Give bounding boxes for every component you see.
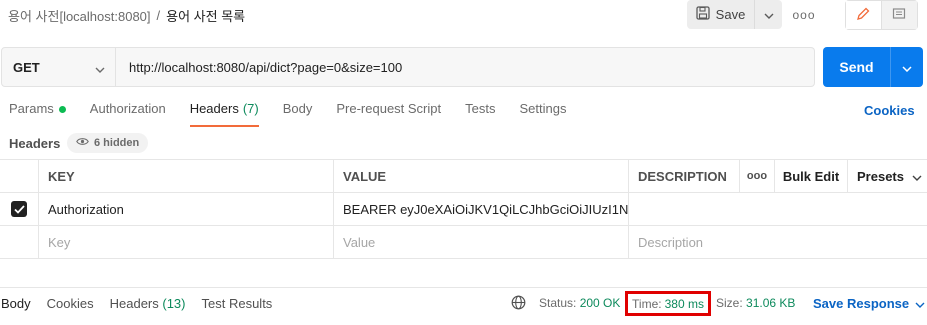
send-button[interactable]: Send xyxy=(823,47,891,87)
response-tab-headers[interactable]: Headers (13) xyxy=(110,296,186,311)
new-key-input[interactable]: Key xyxy=(38,226,333,258)
save-label: Save xyxy=(715,7,746,22)
breadcrumb: 용어 사전[localhost:8080] / 용어 사전 목록 xyxy=(8,6,245,24)
url-input[interactable]: http://localhost:8080/api/dict?page=0&si… xyxy=(116,47,815,87)
empty-check-cell xyxy=(0,226,38,258)
chevron-down-icon xyxy=(95,61,105,76)
save-response-label: Save Response xyxy=(813,296,910,311)
more-icon: ooo xyxy=(792,8,816,22)
header-description-input[interactable] xyxy=(628,193,927,225)
eye-icon xyxy=(76,137,89,149)
response-tabs: Body Cookies Headers (13) Test Results xyxy=(1,296,288,311)
save-response-button[interactable]: Save Response xyxy=(813,296,925,311)
breadcrumb-parent[interactable]: 용어 사전[localhost:8080] xyxy=(8,6,151,25)
save-button[interactable]: Save xyxy=(687,0,755,29)
table-row-empty: Key Value Description xyxy=(0,226,927,259)
size-label: Size: xyxy=(716,296,743,310)
method-value: GET xyxy=(13,59,40,75)
tab-params[interactable]: Params xyxy=(9,101,66,127)
save-options-button[interactable] xyxy=(755,0,782,29)
tab-params-label: Params xyxy=(9,101,54,116)
response-time[interactable]: Time: 380 ms xyxy=(625,291,711,316)
edit-view-button[interactable] xyxy=(846,1,882,29)
time-value: 380 ms xyxy=(664,296,704,311)
tab-headers[interactable]: Headers (7) xyxy=(189,101,259,127)
table-row: Authorization BEARER eyJ0eXAiOiJKV1QiLCJ… xyxy=(0,193,927,226)
response-tab-body[interactable]: Body xyxy=(1,296,31,311)
header-value-input[interactable]: BEARER eyJ0eXAiOiJKV1QiLCJhbGciOiJIUzI1N… xyxy=(333,193,628,225)
header-key-input[interactable]: Authorization xyxy=(38,193,333,225)
column-key: KEY xyxy=(38,160,333,192)
new-description-input[interactable]: Description xyxy=(628,226,927,258)
method-select[interactable]: GET xyxy=(1,47,116,87)
response-tab-headers-label: Headers xyxy=(109,296,159,311)
hidden-headers-toggle[interactable]: 6 hidden xyxy=(67,133,149,153)
tab-body[interactable]: Body xyxy=(283,101,313,127)
tab-authorization[interactable]: Authorization xyxy=(90,101,166,127)
tab-settings[interactable]: Settings xyxy=(519,101,566,127)
new-value-input[interactable]: Value xyxy=(333,226,628,258)
chevron-down-icon xyxy=(902,60,912,75)
presets-label: Presets xyxy=(857,168,904,184)
tab-tests[interactable]: Tests xyxy=(465,101,495,127)
pencil-icon xyxy=(856,7,870,24)
column-options-button[interactable]: ooo xyxy=(739,160,774,192)
params-indicator-dot xyxy=(58,106,66,113)
chevron-down-icon xyxy=(912,169,922,184)
status-label: Status: xyxy=(539,296,577,310)
status-value: 200 OK xyxy=(579,296,621,310)
breadcrumb-separator: / xyxy=(156,7,161,23)
response-divider xyxy=(0,287,927,288)
cookies-link[interactable]: Cookies xyxy=(864,103,915,118)
response-tab-headers-count: (13) xyxy=(162,296,186,311)
header-check-cell xyxy=(0,160,38,192)
save-icon xyxy=(696,6,710,23)
checkmark-icon xyxy=(11,201,27,217)
request-name[interactable]: 용어 사전 목록 xyxy=(166,6,245,25)
response-status[interactable]: Status: 200 OK xyxy=(539,296,620,310)
save-button-group: Save xyxy=(687,0,782,29)
response-size[interactable]: Size: 31.06 KB xyxy=(716,296,795,310)
response-tab-cookies[interactable]: Cookies xyxy=(47,296,94,311)
hidden-headers-label: 6 hidden xyxy=(94,137,140,149)
tab-prerequest-script[interactable]: Pre-request Script xyxy=(336,101,441,127)
comment-icon xyxy=(892,7,906,24)
time-label: Time: xyxy=(632,296,662,311)
column-value: VALUE xyxy=(333,160,628,192)
docs-view-button[interactable] xyxy=(881,1,917,29)
headers-section-label: Headers xyxy=(9,136,61,151)
table-header-row: KEY VALUE DESCRIPTION ooo Bulk Edit Pres… xyxy=(0,159,927,193)
row-enabled-checkbox[interactable] xyxy=(0,193,38,225)
globe-icon[interactable] xyxy=(511,295,526,313)
send-button-group: Send xyxy=(823,47,923,87)
response-tab-test-results[interactable]: Test Results xyxy=(202,296,273,311)
more-icon: ooo xyxy=(746,170,768,182)
presets-dropdown[interactable]: Presets xyxy=(847,160,927,192)
chevron-down-icon xyxy=(764,7,774,22)
view-toggle xyxy=(845,0,918,30)
request-tabs: Params Authorization Headers (7) Body Pr… xyxy=(9,101,590,127)
tab-headers-count: (7) xyxy=(242,101,259,116)
chevron-down-icon xyxy=(915,296,925,311)
send-options-button[interactable] xyxy=(891,47,923,87)
bulk-edit-button[interactable]: Bulk Edit xyxy=(774,160,847,192)
tab-headers-label: Headers xyxy=(189,101,239,116)
size-value: 31.06 KB xyxy=(746,296,796,310)
column-description: DESCRIPTION xyxy=(628,160,739,192)
more-actions-button[interactable]: ooo xyxy=(792,6,816,24)
